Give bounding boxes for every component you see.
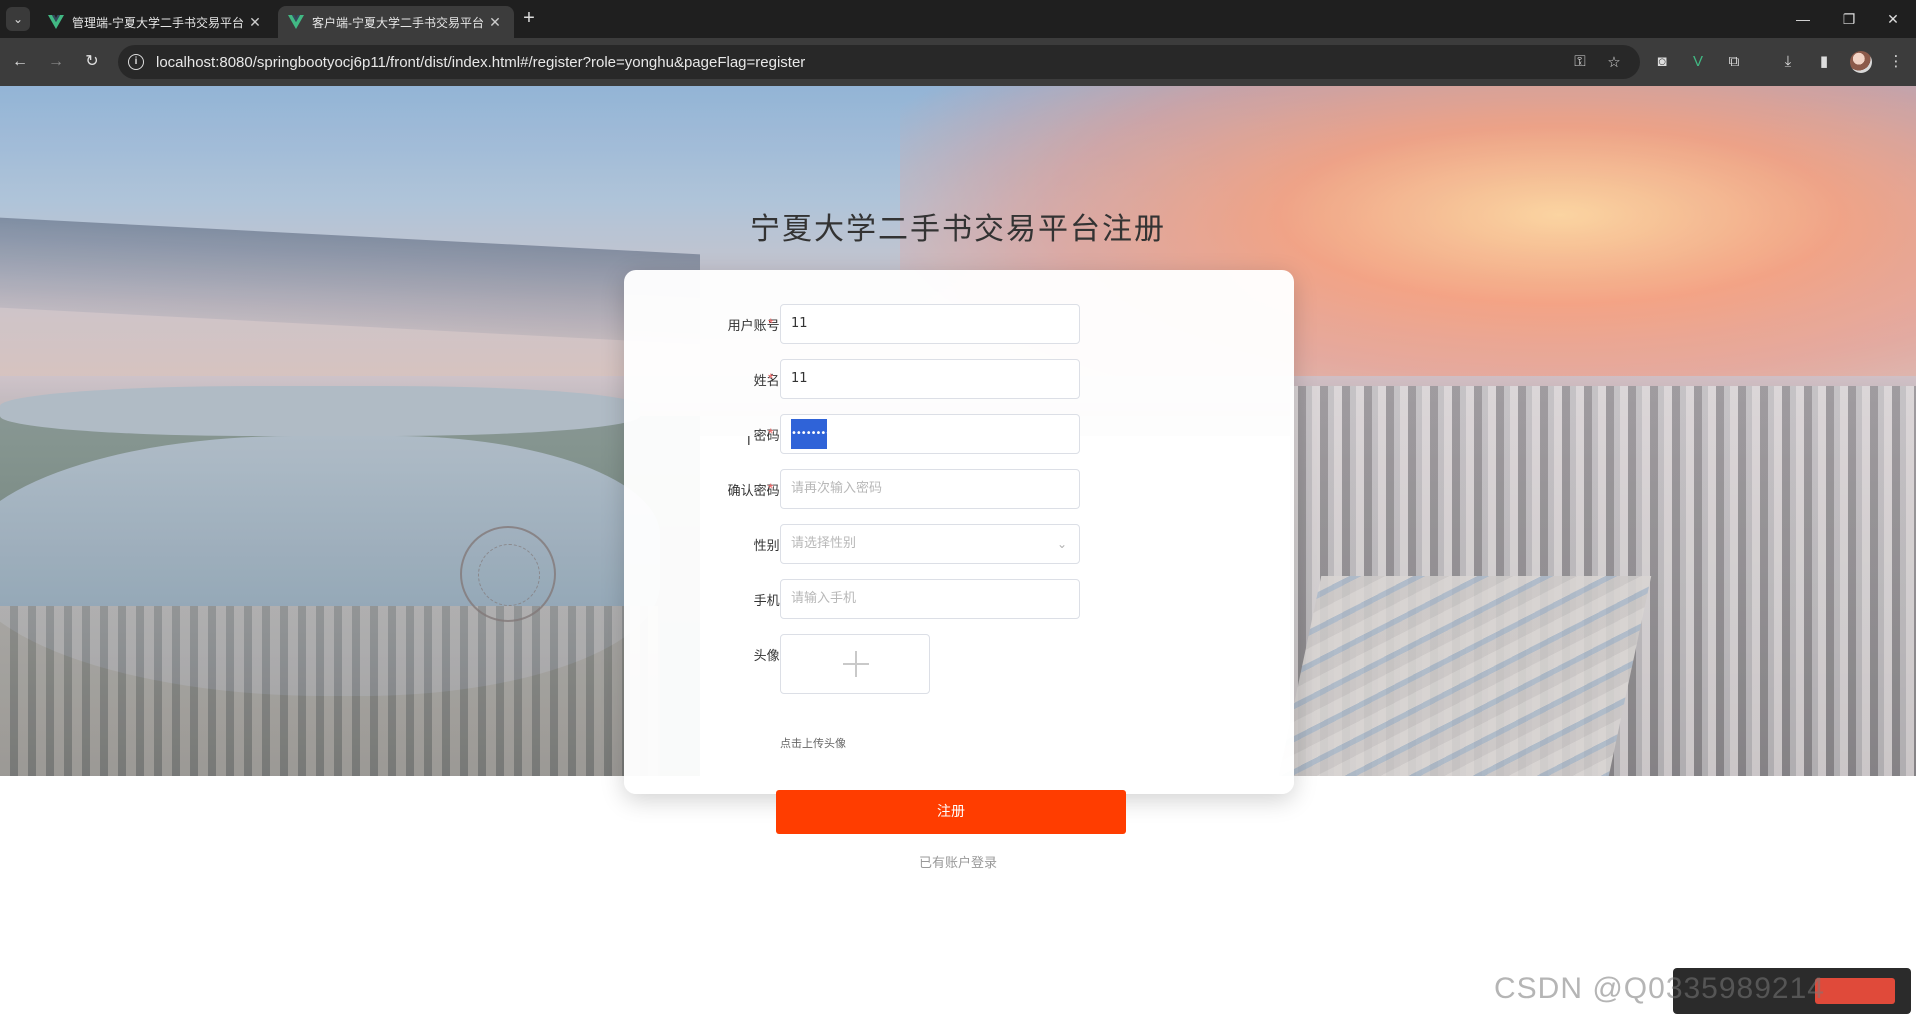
url-text[interactable]: localhost:8080/springbootyocj6p11/front/…	[156, 54, 805, 71]
window-close-icon[interactable]: ✕	[1870, 6, 1916, 32]
forward-icon[interactable]: →	[44, 50, 68, 74]
close-icon[interactable]: ✕	[486, 14, 504, 31]
extension-glasses-icon[interactable]: ◙	[1650, 50, 1674, 74]
required-mark: *	[768, 425, 774, 441]
register-page: 宁夏大学二手书交易平台注册 用户账号: * 11 姓名: * 11 密码: * …	[0, 86, 1916, 1024]
browser-tab-bar: ⌄ 管理端-宁夏大学二手书交易平台 ✕ 客户端-宁夏大学二手书交易平台 ✕ + …	[0, 0, 1916, 38]
gender-select[interactable]: 请选择性别 ⌄	[780, 524, 1080, 564]
name-input[interactable]: 11	[780, 359, 1080, 399]
register-button[interactable]: 注册	[776, 790, 1126, 834]
reload-icon[interactable]: ↻	[80, 50, 104, 74]
side-panel-icon[interactable]: ▮	[1812, 50, 1836, 74]
site-info-icon[interactable]: i	[128, 54, 144, 70]
username-input[interactable]: 11	[780, 304, 1080, 344]
required-mark: *	[768, 370, 774, 386]
required-mark: *	[768, 315, 774, 331]
tab-title: 管理端-宁夏大学二手书交易平台	[72, 15, 244, 30]
phone-input[interactable]: 请输入手机	[780, 579, 1080, 619]
form-row-password: 密码: * ••••••••	[624, 414, 1294, 454]
password-input[interactable]: ••••••••	[780, 414, 1080, 454]
new-tab-button[interactable]: +	[518, 8, 540, 30]
form-row-name: 姓名: * 11	[624, 359, 1294, 399]
chevron-down-icon: ⌄	[1056, 537, 1067, 551]
avatar-upload-hint: 点击上传头像	[780, 737, 846, 750]
page-title: 宁夏大学二手书交易平台注册	[750, 212, 1166, 247]
bookmark-star-icon[interactable]: ☆	[1604, 53, 1624, 71]
vue-devtools-icon[interactable]: V	[1686, 50, 1710, 74]
required-mark: *	[768, 480, 774, 496]
profile-avatar-icon[interactable]	[1850, 51, 1872, 73]
form-row-gender: 性别: 请选择性别 ⌄	[624, 524, 1294, 564]
restore-icon[interactable]: ❐	[1826, 6, 1872, 32]
record-badge-icon	[1815, 978, 1895, 1004]
gender-placeholder: 请选择性别	[791, 536, 857, 551]
browser-toolbar: ← → ↻ i localhost:8080/springbootyocj6p1…	[0, 38, 1916, 86]
close-icon[interactable]: ✕	[246, 14, 264, 31]
minimize-icon[interactable]: —	[1780, 6, 1826, 32]
address-bar[interactable]: i localhost:8080/springbootyocj6p11/fron…	[118, 45, 1640, 79]
login-link[interactable]: 已有账户登录	[0, 852, 1916, 871]
plus-icon	[843, 651, 869, 677]
password-masked-value: ••••••••	[791, 419, 831, 449]
form-row-phone: 手机: 请输入手机	[624, 579, 1294, 619]
form-row-confirm-password: 确认密码: * 请再次输入密码	[624, 469, 1294, 509]
download-icon[interactable]: ⤓	[1776, 50, 1800, 74]
vue-logo-icon	[48, 15, 64, 29]
text-cursor-icon: I	[747, 433, 751, 448]
username-label: 用户账号:	[727, 319, 784, 334]
form-row-avatar: 头像:	[624, 634, 1294, 694]
form-row-username: 用户账号: * 11	[624, 304, 1294, 344]
menu-kebab-icon[interactable]: ⋮	[1884, 50, 1908, 74]
tab-title: 客户端-宁夏大学二手书交易平台	[312, 15, 484, 30]
tab-client[interactable]: 客户端-宁夏大学二手书交易平台 ✕	[278, 6, 514, 38]
back-icon[interactable]: ←	[8, 50, 32, 74]
password-key-icon[interactable]: ⚿	[1570, 53, 1590, 71]
confirm-password-input[interactable]: 请再次输入密码	[780, 469, 1080, 509]
csdn-watermark: CSDN @Q0335989214	[1494, 972, 1825, 1005]
confirm-password-label: 确认密码:	[727, 484, 784, 499]
vue-logo-icon	[288, 15, 304, 29]
extensions-puzzle-icon[interactable]: ⧉	[1722, 50, 1746, 74]
avatar-upload[interactable]	[780, 634, 930, 694]
register-form-card: 用户账号: * 11 姓名: * 11 密码: * •••••••• 确认密码:…	[624, 270, 1294, 794]
tab-admin[interactable]: 管理端-宁夏大学二手书交易平台 ✕	[38, 6, 274, 38]
tab-search-icon[interactable]: ⌄	[6, 7, 30, 31]
